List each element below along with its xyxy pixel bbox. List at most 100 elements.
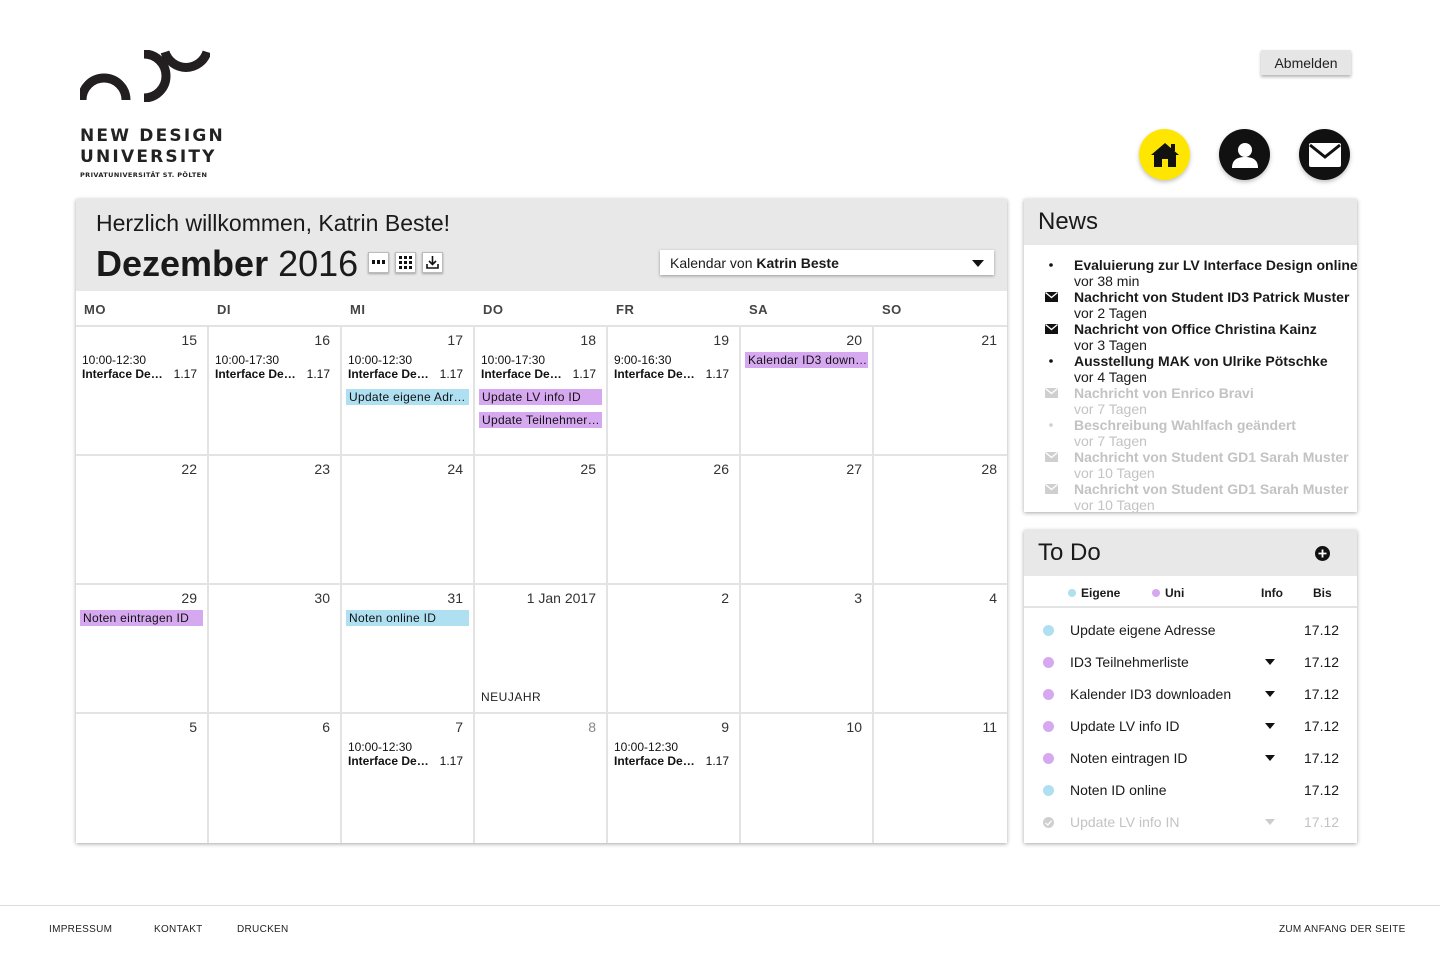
caret-down-icon[interactable] (1265, 723, 1275, 729)
day-cell[interactable]: 29 Noten eintragen ID (76, 585, 209, 714)
event-title: Interface Design (215, 367, 299, 381)
filter-uni[interactable]: Uni (1152, 586, 1184, 600)
day-cell[interactable]: 5 (76, 714, 209, 843)
news-item-time: vor 38 min (1074, 273, 1140, 289)
caret-down-icon[interactable] (1265, 659, 1275, 665)
calendar-owner-select[interactable]: Kalendar von Katrin Beste (660, 250, 994, 275)
caret-down-icon[interactable] (1265, 819, 1275, 825)
logout-button[interactable]: Abmelden (1261, 50, 1351, 75)
profile-button[interactable] (1219, 129, 1270, 180)
day-cell[interactable]: 26 (608, 456, 741, 585)
news-item[interactable]: Nachricht von Student ID3 Patrick Muster… (1024, 289, 1357, 321)
day-cell[interactable]: 7 10:00-12:30 Interface Design 1.17 (342, 714, 475, 843)
day-cell[interactable]: 10 (741, 714, 874, 843)
news-item-time: vor 3 Tagen (1074, 337, 1147, 353)
day-cell[interactable]: 22 (76, 456, 209, 585)
day-cell[interactable]: 31 Noten online ID (342, 585, 475, 714)
event-time: 10:00-12:30 (82, 353, 147, 367)
todo-tag-uni[interactable]: Update Teilnehmerliste (479, 412, 602, 428)
weekday-label: FR (616, 302, 635, 317)
event-time: 10:00-12:30 (614, 740, 679, 754)
uni-color-dot (1043, 721, 1054, 732)
news-item-time: vor 7 Tagen (1074, 401, 1147, 417)
news-item[interactable]: Nachricht von Student GD1 Sarah Muster v… (1024, 449, 1357, 481)
news-item-title: Nachricht von Student GD1 Sarah Muster (1074, 449, 1349, 465)
footer-link-drucken[interactable]: DRUCKEN (237, 924, 289, 935)
day-cell[interactable]: 11 (874, 714, 1007, 843)
day-cell[interactable]: 21 (874, 327, 1007, 456)
day-number: 27 (846, 461, 862, 477)
month-view-button[interactable] (395, 252, 416, 273)
day-number: 31 (447, 590, 463, 606)
day-cell[interactable]: 23 (209, 456, 342, 585)
todo-tag-uni[interactable]: Update LV info ID (479, 389, 602, 405)
day-number: 11 (982, 719, 997, 735)
day-cell[interactable]: 30 (209, 585, 342, 714)
day-cell[interactable]: 15 10:00-12:30 Interface Design 1.17 (76, 327, 209, 456)
list-view-button[interactable] (368, 252, 389, 273)
todo-tag-own[interactable]: Noten online ID (346, 610, 469, 626)
event-title: Interface Design (348, 754, 432, 768)
messages-button[interactable] (1299, 129, 1350, 180)
welcome-message: Herzlich willkommen, Katrin Beste! (96, 210, 451, 236)
todo-item[interactable]: ID3 Teilnehmerliste 17.12 (1024, 652, 1357, 684)
calendar-event[interactable]: Interface Design 1.17 (614, 367, 729, 381)
footer-link-impressum[interactable]: IMPRESSUM (49, 924, 112, 935)
news-item[interactable]: Nachricht von Office Christina Kainz vor… (1024, 321, 1357, 353)
day-cell[interactable]: 25 (475, 456, 608, 585)
calendar-event[interactable]: Interface Design 1.17 (481, 367, 596, 381)
weekday-label: DI (217, 302, 231, 317)
todo-title: To Do (1038, 539, 1101, 566)
todo-panel: To Do Eigene Uni Info Bis Update eigene … (1024, 530, 1357, 843)
column-bis: Bis (1313, 586, 1332, 600)
todo-tag-uni[interactable]: Noten eintragen ID (80, 610, 203, 626)
footer-link-top[interactable]: ZUM ANFANG DER SEITE (1279, 924, 1406, 935)
home-button[interactable] (1139, 129, 1190, 180)
news-item[interactable]: Nachricht von Student GD1 Sarah Muster v… (1024, 481, 1357, 512)
day-cell[interactable]: 2 (608, 585, 741, 714)
footer-link-kontakt[interactable]: KONTAKT (154, 924, 203, 935)
day-cell[interactable]: 4 (874, 585, 1007, 714)
day-number: 17 (447, 332, 463, 348)
day-cell[interactable]: 1 Jan 2017 NEUJAHR (475, 585, 608, 714)
filter-own[interactable]: Eigene (1068, 586, 1120, 600)
day-cell[interactable]: 17 10:00-12:30 Interface Design 1.17 Upda… (342, 327, 475, 456)
todo-tag-own[interactable]: Update eigene Adresse (346, 389, 469, 405)
day-cell[interactable]: 20 Kalendar ID3 downloaden (741, 327, 874, 456)
download-button[interactable] (422, 252, 443, 273)
day-cell[interactable]: 9 10:00-12:30 Interface Design 1.17 (608, 714, 741, 843)
calendar-event[interactable]: Interface Design 1.17 (215, 367, 330, 381)
day-cell[interactable]: 19 9:00-16:30 Interface Design 1.17 (608, 327, 741, 456)
calendar-event[interactable]: Interface Design 1.17 (348, 754, 463, 768)
caret-down-icon[interactable] (1265, 755, 1275, 761)
news-item[interactable]: Beschreibung Wahlfach geändert vor 7 Tag… (1024, 417, 1357, 449)
day-cell[interactable]: 18 10:00-17:30 Interface Design 1.17 Upda… (475, 327, 608, 456)
todo-item[interactable]: Update LV info IN 17.12 (1024, 812, 1357, 844)
day-cell[interactable]: 3 (741, 585, 874, 714)
calendar-event[interactable]: Interface Design 1.17 (82, 367, 197, 381)
day-cell[interactable]: 6 (209, 714, 342, 843)
caret-down-icon[interactable] (1265, 691, 1275, 697)
todo-item[interactable]: Noten eintragen ID 17.12 (1024, 748, 1357, 780)
day-cell[interactable]: 8 (475, 714, 608, 843)
news-item[interactable]: Nachricht von Enrico Bravi vor 7 Tagen (1024, 385, 1357, 417)
event-room: 1.17 (439, 754, 463, 768)
todo-item[interactable]: Update LV info ID 17.12 (1024, 716, 1357, 748)
day-cell[interactable]: 24 (342, 456, 475, 585)
day-cell[interactable]: 28 (874, 456, 1007, 585)
calendar-event[interactable]: Interface Design 1.17 (348, 367, 463, 381)
todo-item[interactable]: Noten ID online 17.12 (1024, 780, 1357, 812)
news-item[interactable]: Ausstellung MAK von Ulrike Pötschke vor … (1024, 353, 1357, 385)
day-cell[interactable]: 27 (741, 456, 874, 585)
news-panel: News Evaluierung zur LV Interface Design… (1024, 199, 1357, 512)
calendar-event[interactable]: Interface Design 1.17 (614, 754, 729, 768)
own-color-dot (1043, 625, 1054, 636)
column-info: Info (1261, 586, 1283, 600)
news-item[interactable]: Evaluierung zur LV Interface Design onli… (1024, 257, 1357, 289)
day-cell[interactable]: 16 10:00-17:30 Interface Design 1.17 (209, 327, 342, 456)
todo-item[interactable]: Update eigene Adresse 17.12 (1024, 620, 1357, 652)
add-todo-button[interactable] (1315, 546, 1330, 561)
todo-item[interactable]: Kalender ID3 downloaden 17.12 (1024, 684, 1357, 716)
event-title: Interface Design (481, 367, 565, 381)
todo-tag-uni[interactable]: Kalendar ID3 downloaden (745, 352, 868, 368)
